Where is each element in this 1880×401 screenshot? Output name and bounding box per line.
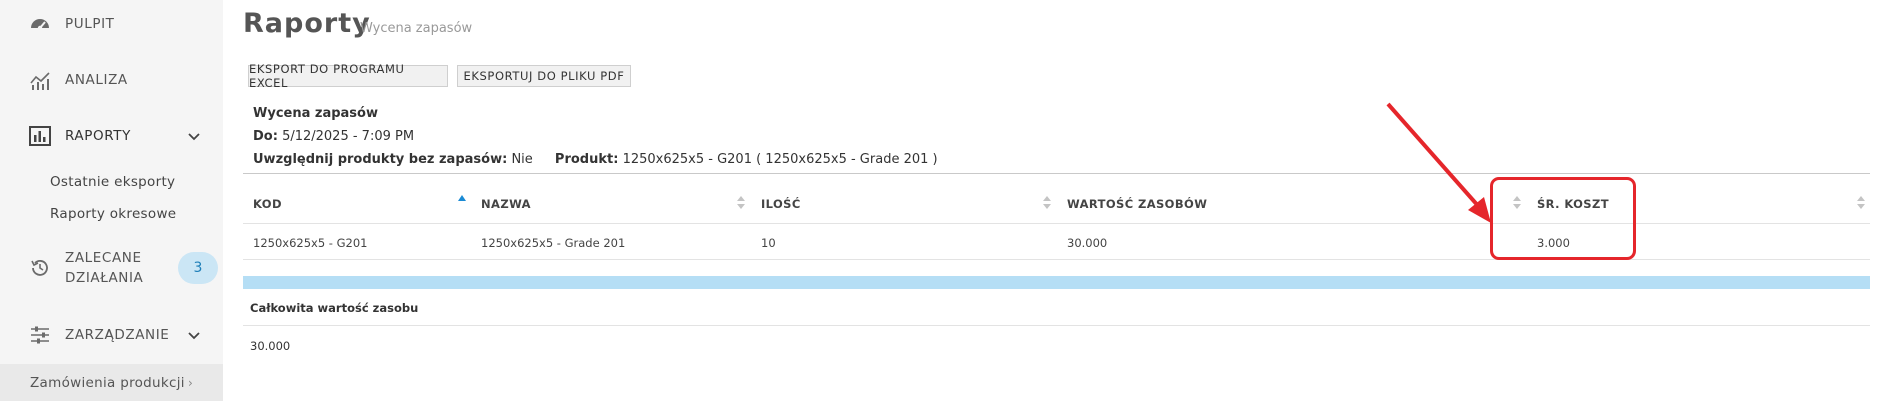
column-header-ilosc[interactable]: ILOŚĆ [761, 197, 801, 211]
sidebar-item-zarzadzanie[interactable]: ZARZĄDZANIE [0, 319, 223, 351]
sidebar-item-label-line2: DZIAŁANIA [65, 270, 144, 286]
column-header-wartosc-zasobow[interactable]: WARTOŚĆ ZASOBÓW [1067, 197, 1207, 211]
sidebar-subitem-periodic-reports[interactable]: Raporty okresowe [50, 206, 176, 222]
sidebar-item-label: RAPORTY [65, 128, 131, 144]
product-value: 1250x625x5 - G201 ( 1250x625x5 - Grade 2… [622, 152, 938, 167]
cell-wartosc: 30.000 [1067, 236, 1108, 250]
cell-ilosc: 10 [761, 236, 776, 250]
cell-nazwa: 1250x625x5 - Grade 201 [481, 236, 626, 250]
column-header-nazwa[interactable]: NAZWA [481, 197, 531, 211]
chevron-down-icon [187, 328, 201, 342]
sidebar-item-label: Zamówienia produkcji [30, 375, 185, 391]
sidebar-item-label-line1: ZALECANE [65, 250, 142, 266]
sort-ascending-icon[interactable] [457, 194, 467, 212]
history-icon [28, 256, 52, 280]
total-value-label: Całkowita wartość zasobu [250, 301, 419, 315]
total-value: 30.000 [250, 339, 291, 353]
annotation-arrow-icon [1386, 102, 1491, 223]
page-title: Raporty [243, 8, 371, 39]
chevron-right-icon: › [188, 376, 193, 390]
sidebar-item-zalecane-dzialania[interactable]: ZALECANE DZIAŁANIA 3 [0, 246, 223, 290]
count-badge: 3 [178, 252, 218, 284]
report-filters-row: Uwzględnij produkty bez zapasów: Nie Pro… [253, 152, 938, 167]
sidebar-item-analiza[interactable]: ANALIZA [0, 64, 223, 96]
report-date-row: Do: 5/12/2025 - 7:09 PM [253, 129, 414, 144]
sidebar-item-label: ANALIZA [65, 72, 128, 88]
cell-kod: 1250x625x5 - G201 [253, 236, 368, 250]
bar-chart-icon [28, 124, 52, 148]
export-excel-button[interactable]: EKSPORT DO PROGRAMU EXCEL [248, 62, 448, 90]
sidebar: PULPIT ANALIZA RAPORTY Ostatnie eksporty… [0, 0, 223, 401]
sidebar-item-label: PULPIT [65, 16, 115, 32]
line-chart-icon [28, 68, 52, 92]
sidebar-item-raporty[interactable]: RAPORTY [0, 120, 223, 152]
annotation-highlight-box [1490, 177, 1636, 260]
export-pdf-button[interactable]: EKSPORTUJ DO PLIKU PDF [457, 65, 631, 87]
report-title: Wycena zapasów [253, 106, 378, 121]
column-header-kod[interactable]: KOD [253, 197, 282, 211]
table-top-divider [243, 173, 1870, 174]
gauge-icon [28, 12, 52, 36]
product-label: Produkt: [554, 152, 619, 167]
sort-icon[interactable] [1042, 194, 1052, 212]
sliders-icon [28, 323, 52, 347]
sidebar-subitem-recent-exports[interactable]: Ostatnie eksporty [50, 174, 175, 190]
sidebar-item-production-orders[interactable]: Zamówienia produkcji › [0, 364, 223, 401]
date-value: 5/12/2025 - 7:09 PM [282, 129, 415, 144]
totals-separator-bar [243, 276, 1870, 289]
sidebar-item-pulpit[interactable]: PULPIT [0, 8, 223, 40]
sort-icon[interactable] [736, 194, 746, 212]
chevron-down-icon [187, 129, 201, 143]
sidebar-item-label: ZARZĄDZANIE [65, 327, 170, 343]
include-empty-label: Uwzględnij produkty bez zapasów: [253, 152, 508, 167]
date-label: Do: [253, 129, 278, 144]
sort-icon[interactable] [1856, 194, 1866, 212]
page-subtitle: Wycena zapasów [360, 21, 473, 36]
totals-divider [243, 325, 1870, 326]
include-empty-value: Nie [511, 152, 533, 167]
